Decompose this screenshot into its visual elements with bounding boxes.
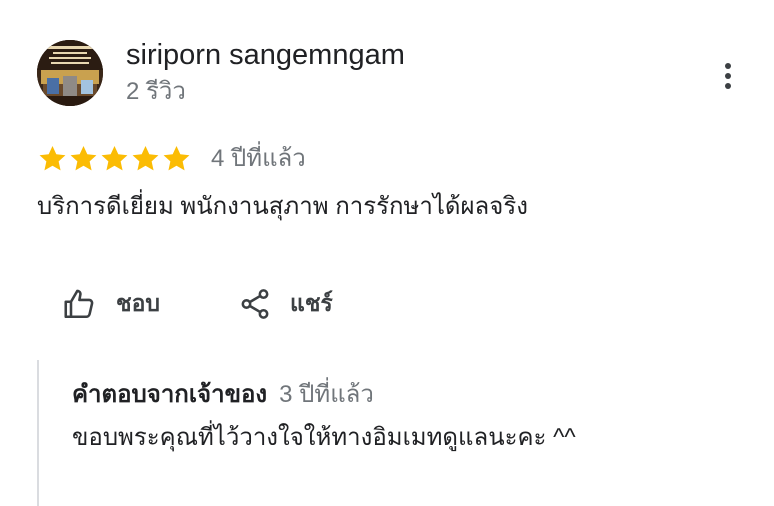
star-icon: [161, 143, 192, 174]
like-button-label: ชอบ: [116, 290, 161, 316]
business-logo-avatar: [37, 40, 103, 106]
review-date: 4 ปีที่แล้ว: [211, 145, 306, 172]
share-icon: [241, 289, 269, 319]
star-icon: [99, 143, 130, 174]
more-vertical-icon-dot: [725, 73, 731, 79]
owner-reply-date: 3 ปีที่แล้ว: [279, 381, 374, 408]
thumbs-up-icon: [64, 289, 94, 319]
star-icon: [130, 143, 161, 174]
owner-reply-header: คำตอบจากเจ้าของ 3 ปีที่แล้ว: [72, 378, 374, 412]
like-button[interactable]: ชอบ: [62, 283, 160, 325]
owner-reply-label: คำตอบจากเจ้าของ: [72, 381, 268, 408]
share-button[interactable]: แชร์: [238, 283, 333, 325]
review-text: บริการดีเยี่ยม พนักงานสุภาพ การรักษาได้ผ…: [37, 193, 528, 220]
star-rating: [37, 141, 192, 175]
star-icon: [68, 143, 99, 174]
owner-reply-text: ขอบพระคุณที่ไว้วางใจให้ทางอิมเมทดูแลนะคะ…: [72, 424, 576, 451]
reviewer-name[interactable]: siriporn sangemngam: [126, 36, 405, 74]
more-options-button[interactable]: [712, 58, 744, 94]
star-icon: [37, 143, 68, 174]
more-vertical-icon: [725, 63, 731, 69]
reviewer-review-count[interactable]: 2 รีวิว: [126, 76, 186, 108]
more-vertical-icon-dot: [725, 83, 731, 89]
share-button-label: แชร์: [290, 290, 333, 316]
reviewer-avatar[interactable]: [37, 40, 103, 106]
owner-reply-divider: [37, 360, 39, 506]
